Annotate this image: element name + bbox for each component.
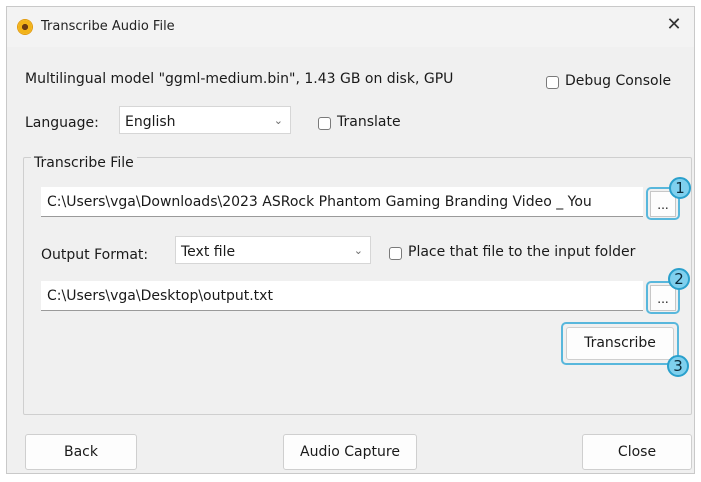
place-in-input-folder-label: Place that file to the input folder: [408, 244, 636, 260]
translate-label: Translate: [337, 114, 401, 130]
model-info-text: Multilingual model "ggml-medium.bin", 1.…: [25, 71, 454, 87]
input-file-path[interactable]: C:\Users\vga\Downloads\2023 ASRock Phant…: [41, 187, 643, 217]
close-button[interactable]: Close: [582, 434, 692, 470]
group-title: Transcribe File: [31, 155, 137, 171]
debug-console-checkbox[interactable]: [546, 76, 559, 89]
app-sun-icon: [18, 20, 32, 34]
annotation-badge-2: 2: [668, 268, 690, 290]
transcribe-button[interactable]: Transcribe: [566, 327, 674, 360]
output-format-label: Output Format:: [41, 247, 149, 263]
output-format-value: Text file: [181, 244, 236, 260]
place-in-input-folder-checkbox[interactable]: [389, 247, 402, 260]
window-title: Transcribe Audio File: [41, 19, 175, 34]
annotation-badge-3: 3: [667, 355, 689, 377]
back-button[interactable]: Back: [25, 434, 137, 470]
output-file-path[interactable]: C:\Users\vga\Desktop\output.txt: [41, 281, 643, 311]
language-label: Language:: [25, 115, 99, 131]
input-file-path-text: C:\Users\vga\Downloads\2023 ASRock Phant…: [47, 194, 592, 210]
audio-capture-button[interactable]: Audio Capture: [283, 434, 417, 470]
transcribe-dialog: Transcribe Audio File ✕ Multilingual mod…: [6, 6, 695, 474]
language-value: English: [125, 114, 176, 130]
language-select[interactable]: English ⌄: [119, 106, 291, 134]
debug-console-label: Debug Console: [565, 73, 672, 89]
chevron-down-icon: ⌄: [353, 244, 363, 257]
annotation-badge-1: 1: [669, 177, 691, 199]
output-format-select[interactable]: Text file ⌄: [175, 236, 371, 264]
close-window-icon[interactable]: ✕: [662, 13, 686, 37]
browse-output-button[interactable]: ...: [650, 285, 676, 311]
chevron-down-icon: ⌄: [273, 114, 283, 127]
translate-checkbox[interactable]: [318, 117, 331, 130]
output-file-path-text: C:\Users\vga\Desktop\output.txt: [47, 288, 273, 304]
title-bar: Transcribe Audio File ✕: [7, 7, 694, 47]
